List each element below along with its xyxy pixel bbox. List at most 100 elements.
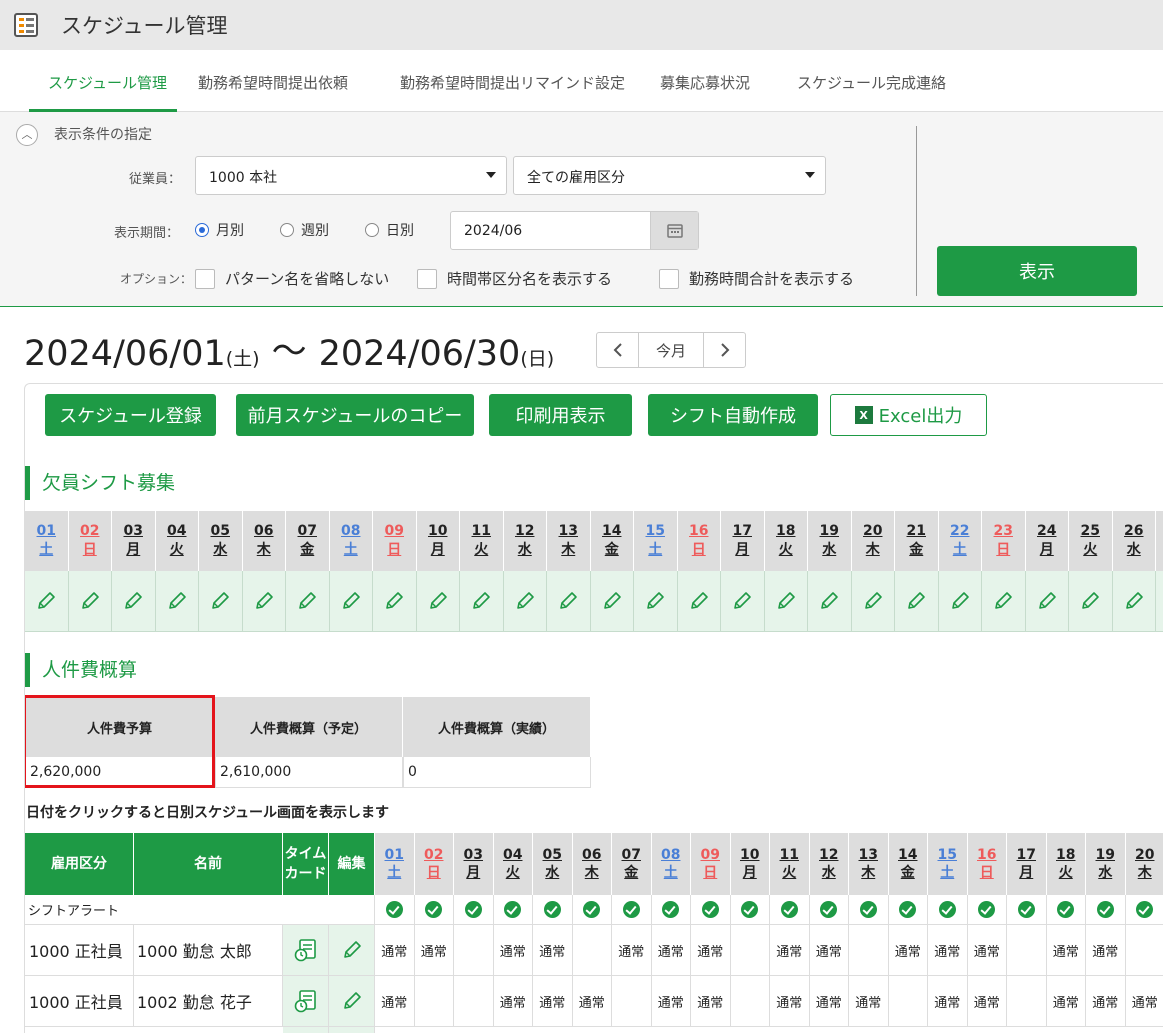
schedule-day-header-04[interactable]: 04 火 <box>493 833 533 895</box>
vacancy-pencil-icon[interactable] <box>416 571 460 632</box>
vacancy-day-header[interactable]: 21 金 <box>895 511 939 571</box>
schedule-day-header-18[interactable]: 18 火 <box>1046 833 1086 895</box>
shift-cell[interactable] <box>612 976 652 1026</box>
schedule-day-header-17[interactable]: 17 月 <box>1007 833 1047 895</box>
shift-cell[interactable]: 通常 <box>533 976 573 1026</box>
timecard-icon[interactable] <box>283 925 329 975</box>
vacancy-day-header[interactable]: 27木 <box>1156 511 1163 571</box>
shift-cell[interactable]: 通常 <box>770 976 810 1026</box>
tab-recruit-status[interactable]: 募集応募状況 <box>660 72 750 93</box>
shift-cell[interactable] <box>1007 976 1047 1026</box>
shift-cell[interactable] <box>573 925 612 975</box>
shift-cell[interactable]: 通常 <box>375 925 415 975</box>
schedule-day-header-10[interactable]: 10 月 <box>730 833 770 895</box>
shift-cell[interactable]: 通常 <box>533 925 573 975</box>
shift-cell[interactable]: 通常 <box>968 976 1007 1026</box>
collapse-chevron-up-icon[interactable]: ︿ <box>16 124 38 146</box>
vacancy-pencil-icon[interactable] <box>112 571 156 632</box>
schedule-day-header-13[interactable]: 13 木 <box>849 833 889 895</box>
auto-shift-button[interactable]: シフト自動作成 <box>648 394 818 436</box>
shift-cell[interactable] <box>731 925 770 975</box>
vacancy-pencil-icon[interactable] <box>1025 571 1069 632</box>
vacancy-day-header[interactable]: 16 日 <box>677 511 721 571</box>
vacancy-day-header[interactable]: 12 水 <box>503 511 547 571</box>
vacancy-pencil-icon[interactable] <box>590 571 634 632</box>
vacancy-pencil-icon[interactable] <box>329 571 373 632</box>
shift-cell[interactable]: 通常 <box>770 925 810 975</box>
tab-complete-notice[interactable]: スケジュール完成連絡 <box>797 72 946 93</box>
vacancy-day-header[interactable]: 10 月 <box>416 511 460 571</box>
schedule-day-header-14[interactable]: 14 金 <box>888 833 928 895</box>
vacancy-pencil-icon[interactable] <box>851 571 895 632</box>
excel-export-button[interactable]: X Excel出力 <box>830 394 987 436</box>
vacancy-pencil-icon[interactable] <box>677 571 721 632</box>
this-month-button[interactable]: 今月 <box>638 333 704 367</box>
vacancy-pencil-icon[interactable] <box>373 571 417 632</box>
option-pattern-name-checkbox[interactable]: パターン名を省略しない <box>195 268 389 289</box>
vacancy-day-header[interactable]: 22 土 <box>938 511 982 571</box>
vacancy-day-header[interactable]: 03 月 <box>112 511 156 571</box>
vacancy-day-header[interactable]: 09 日 <box>373 511 417 571</box>
vacancy-day-header[interactable]: 08 土 <box>329 511 373 571</box>
schedule-day-header-19[interactable]: 19 水 <box>1086 833 1126 895</box>
vacancy-pencil-icon[interactable] <box>155 571 199 632</box>
next-month-chevron-right-icon[interactable] <box>704 333 745 367</box>
print-view-button[interactable]: 印刷用表示 <box>489 394 632 436</box>
vacancy-day-header[interactable]: 01 土 <box>25 511 69 571</box>
vacancy-pencil-icon[interactable] <box>634 571 678 632</box>
vacancy-day-header[interactable]: 05 水 <box>199 511 243 571</box>
vacancy-day-header[interactable]: 13 木 <box>547 511 591 571</box>
edit-pencil-icon[interactable] <box>329 925 375 975</box>
shift-cell[interactable]: 通常 <box>573 976 612 1026</box>
vacancy-pencil-icon[interactable] <box>808 571 852 632</box>
vacancy-day-header[interactable]: 07 金 <box>286 511 330 571</box>
timecard-icon[interactable] <box>283 976 329 1026</box>
vacancy-pencil-icon[interactable] <box>547 571 591 632</box>
shift-cell[interactable]: 通常 <box>652 925 691 975</box>
schedule-day-header-08[interactable]: 08 土 <box>651 833 691 895</box>
vacancy-pencil-icon[interactable] <box>895 571 939 632</box>
vacancy-pencil-icon[interactable] <box>199 571 243 632</box>
schedule-day-header-05[interactable]: 05 水 <box>533 833 573 895</box>
vacancy-day-header[interactable]: 14 金 <box>590 511 634 571</box>
schedule-day-header-06[interactable]: 06 木 <box>572 833 612 895</box>
vacancy-day-header[interactable]: 02 日 <box>68 511 112 571</box>
shift-cell[interactable] <box>454 925 494 975</box>
vacancy-day-header[interactable]: 23 日 <box>982 511 1026 571</box>
option-total-hours-checkbox[interactable]: 勤務時間合計を表示する <box>659 268 854 289</box>
shift-cell[interactable]: 通常 <box>1086 976 1126 1026</box>
vacancy-day-header[interactable]: 20 木 <box>851 511 895 571</box>
schedule-day-header-01[interactable]: 01 土 <box>375 833 415 895</box>
shift-cell[interactable]: 通常 <box>1047 976 1086 1026</box>
vacancy-pencil-icon[interactable] <box>68 571 112 632</box>
vacancy-pencil-icon[interactable] <box>982 571 1026 632</box>
edit-pencil-icon[interactable] <box>329 976 375 1026</box>
shift-cell[interactable] <box>454 976 494 1026</box>
employee-select[interactable]: 1000 本社 <box>195 156 507 195</box>
vacancy-pencil-icon[interactable] <box>1156 571 1163 632</box>
schedule-day-header-03[interactable]: 03 月 <box>454 833 494 895</box>
vacancy-pencil-icon[interactable] <box>1069 571 1113 632</box>
schedule-day-header-11[interactable]: 11 火 <box>770 833 810 895</box>
date-field[interactable]: 2024/06 <box>450 211 699 250</box>
vacancy-pencil-icon[interactable] <box>1112 571 1156 632</box>
shift-cell[interactable]: 通常 <box>849 976 889 1026</box>
tab-schedule[interactable]: スケジュール管理 <box>48 72 167 93</box>
shift-cell[interactable] <box>1126 925 1163 975</box>
show-button[interactable]: 表示 <box>937 246 1137 296</box>
tab-request[interactable]: 勤務希望時間提出依頼 <box>198 72 348 93</box>
shift-cell[interactable]: 通常 <box>1047 925 1086 975</box>
shift-cell[interactable]: 通常 <box>889 925 928 975</box>
vacancy-day-header[interactable]: 06 木 <box>242 511 286 571</box>
shift-cell[interactable] <box>889 976 928 1026</box>
shift-cell[interactable]: 通常 <box>375 976 415 1026</box>
shift-cell[interactable]: 通常 <box>494 925 533 975</box>
shift-cell[interactable]: 通常 <box>810 976 849 1026</box>
schedule-day-header-02[interactable]: 02 日 <box>414 833 454 895</box>
prev-month-chevron-left-icon[interactable] <box>597 333 638 367</box>
shift-cell[interactable]: 通常 <box>691 976 731 1026</box>
shift-cell[interactable] <box>415 976 454 1026</box>
vacancy-day-header[interactable]: 18 火 <box>764 511 808 571</box>
vacancy-pencil-icon[interactable] <box>25 571 69 632</box>
vacancy-day-header[interactable]: 04 火 <box>155 511 199 571</box>
